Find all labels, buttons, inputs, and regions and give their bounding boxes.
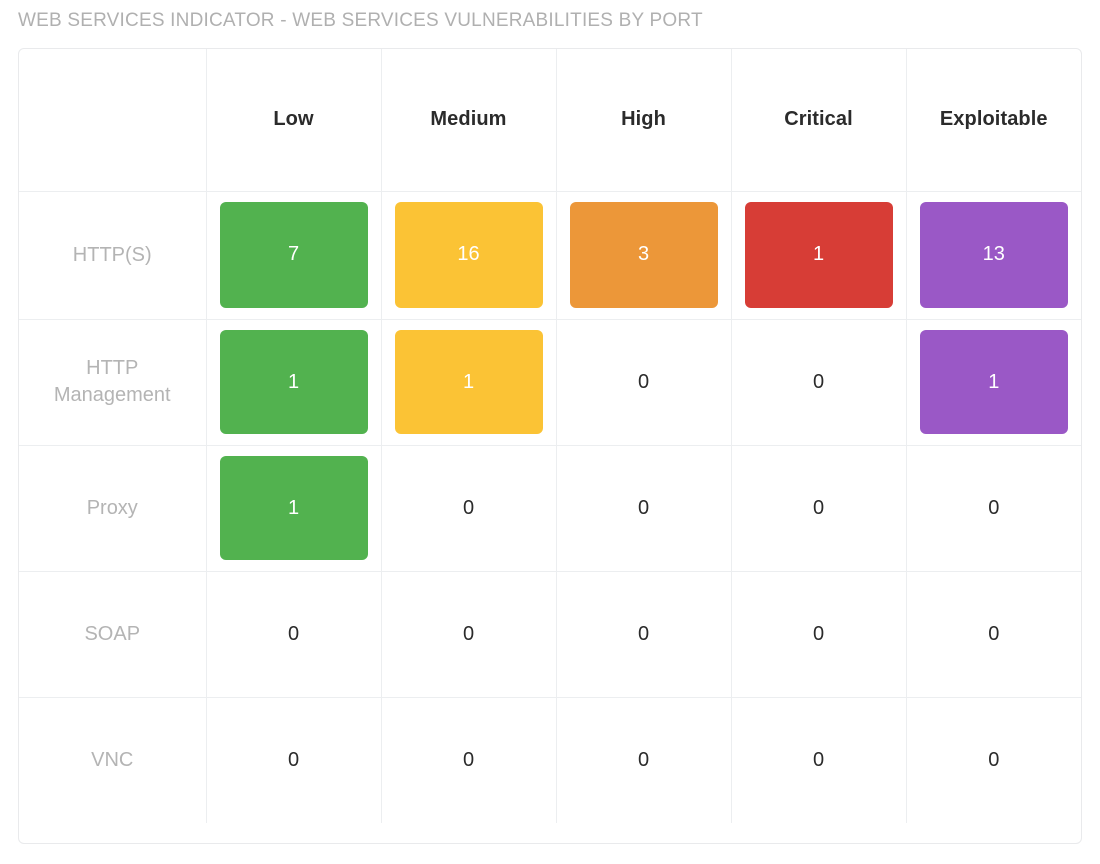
column-header-medium[interactable]: Medium — [380, 49, 556, 192]
value-tile: 1 — [219, 330, 368, 434]
table-header: Low Medium High Critical Exploitable — [19, 49, 1081, 192]
cell-soap-critical[interactable]: 0 — [730, 571, 906, 698]
cell-vnc-high[interactable]: 0 — [555, 697, 731, 823]
table-row: Proxy 1 0 0 0 0 — [19, 445, 1081, 572]
column-header-low[interactable]: Low — [205, 49, 381, 192]
column-header-exploitable[interactable]: Exploitable — [905, 49, 1081, 192]
row-header-soap[interactable]: SOAP — [19, 571, 206, 698]
column-header-high[interactable]: High — [555, 49, 731, 192]
cell-http-management-low[interactable]: 1 — [205, 319, 381, 446]
cell-vnc-critical[interactable]: 0 — [730, 697, 906, 823]
value-tile: 0 — [287, 749, 300, 772]
value-tile: 0 — [287, 623, 300, 645]
cell-vnc-exploitable[interactable]: 0 — [905, 697, 1081, 823]
table-row: HTTP Management 1 1 0 0 1 — [19, 319, 1081, 446]
web-services-vulnerability-matrix-widget: WEB SERVICES INDICATOR - WEB SERVICES VU… — [0, 0, 1100, 864]
table-body: HTTP(S) 7 16 3 1 13 HTTP Management 1 1 … — [19, 191, 1081, 823]
value-tile: 13 — [919, 202, 1068, 308]
row-header-proxy[interactable]: Proxy — [19, 445, 206, 572]
value-tile: 1 — [219, 456, 368, 560]
value-tile: 0 — [462, 497, 475, 519]
value-tile: 3 — [569, 202, 718, 308]
cell-soap-medium[interactable]: 0 — [380, 571, 556, 698]
value-tile: 0 — [812, 623, 825, 645]
cell-proxy-high[interactable]: 0 — [555, 445, 731, 572]
cell-http-s-medium[interactable]: 16 — [380, 191, 556, 320]
cell-soap-exploitable[interactable]: 0 — [905, 571, 1081, 698]
cell-http-management-high[interactable]: 0 — [555, 319, 731, 446]
value-tile: 1 — [919, 330, 1068, 434]
value-tile: 1 — [744, 202, 893, 308]
column-header-critical[interactable]: Critical — [730, 49, 906, 192]
value-tile: 0 — [462, 749, 475, 772]
value-tile: 1 — [394, 330, 543, 434]
value-tile: 0 — [462, 623, 475, 645]
cell-proxy-low[interactable]: 1 — [205, 445, 381, 572]
cell-http-s-critical[interactable]: 1 — [730, 191, 906, 320]
value-tile: 16 — [394, 202, 543, 308]
matrix-card: Low Medium High Critical Exploitable HTT… — [18, 48, 1082, 844]
value-tile: 7 — [219, 202, 368, 308]
cell-http-s-low[interactable]: 7 — [205, 191, 381, 320]
cell-proxy-exploitable[interactable]: 0 — [905, 445, 1081, 572]
cell-http-management-critical[interactable]: 0 — [730, 319, 906, 446]
value-tile: 0 — [988, 623, 1000, 645]
cell-proxy-critical[interactable]: 0 — [730, 445, 906, 572]
cell-http-s-high[interactable]: 3 — [555, 191, 731, 320]
cell-soap-high[interactable]: 0 — [555, 571, 731, 698]
page-title: WEB SERVICES INDICATOR - WEB SERVICES VU… — [18, 10, 703, 31]
cell-soap-low[interactable]: 0 — [205, 571, 381, 698]
value-tile: 0 — [637, 623, 650, 645]
row-header-http-s[interactable]: HTTP(S) — [19, 191, 206, 320]
table-row: HTTP(S) 7 16 3 1 13 — [19, 191, 1081, 320]
value-tile: 0 — [988, 749, 1000, 772]
row-header-http-management[interactable]: HTTP Management — [19, 319, 206, 446]
table-header-row: Low Medium High Critical Exploitable — [19, 49, 1081, 192]
cell-http-s-exploitable[interactable]: 13 — [905, 191, 1081, 320]
value-tile: 0 — [637, 497, 650, 519]
corner-header-cell — [19, 49, 206, 192]
cell-http-management-exploitable[interactable]: 1 — [905, 319, 1081, 446]
cell-vnc-low[interactable]: 0 — [205, 697, 381, 823]
row-header-vnc[interactable]: VNC — [19, 697, 206, 823]
value-tile: 0 — [812, 497, 825, 519]
cell-vnc-medium[interactable]: 0 — [380, 697, 556, 823]
table-row: VNC 0 0 0 0 0 — [19, 697, 1081, 823]
cell-http-management-medium[interactable]: 1 — [380, 319, 556, 446]
value-tile: 0 — [988, 497, 1000, 519]
value-tile: 0 — [812, 749, 825, 772]
value-tile: 0 — [637, 749, 650, 772]
table-row: SOAP 0 0 0 0 0 — [19, 571, 1081, 698]
cell-proxy-medium[interactable]: 0 — [380, 445, 556, 572]
vulnerability-matrix-table: Low Medium High Critical Exploitable HTT… — [19, 49, 1081, 823]
value-tile: 0 — [812, 371, 825, 393]
value-tile: 0 — [637, 371, 650, 393]
